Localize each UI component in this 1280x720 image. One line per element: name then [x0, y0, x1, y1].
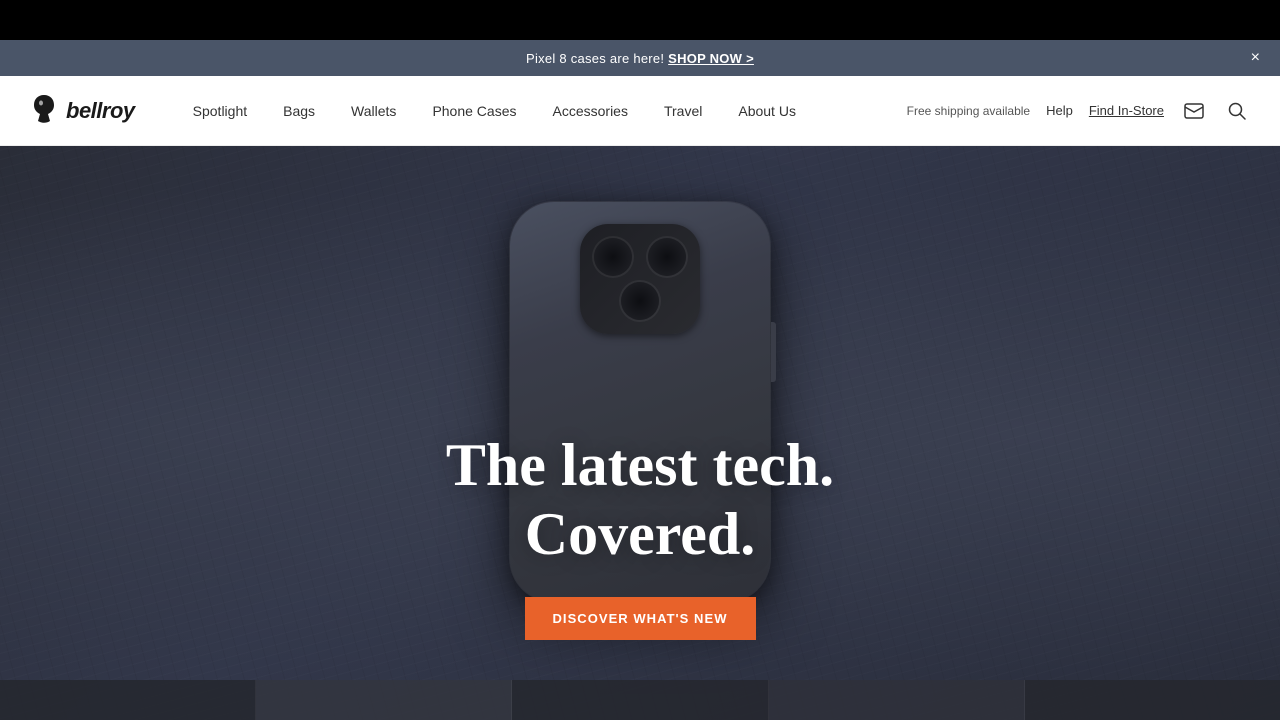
hero-content: The latest tech. Covered. DISCOVER WHAT'… — [340, 431, 940, 640]
announcement-banner: Pixel 8 cases are here! SHOP NOW > × — [0, 40, 1280, 76]
hero-section: The latest tech. Covered. DISCOVER WHAT'… — [0, 146, 1280, 720]
top-black-bar — [0, 0, 1280, 40]
nav-item-accessories[interactable]: Accessories — [535, 76, 646, 146]
hero-title: The latest tech. Covered. — [340, 431, 940, 569]
main-navigation: Spotlight Bags Wallets Phone Cases Acces… — [175, 76, 907, 146]
nav-item-wallets[interactable]: Wallets — [333, 76, 414, 146]
logo-link[interactable]: bellroy — [30, 93, 135, 129]
strip-segment-1 — [0, 680, 256, 720]
strip-segment-2 — [256, 680, 512, 720]
camera-lens-3 — [621, 282, 659, 320]
mail-icon-button[interactable] — [1180, 99, 1208, 123]
strip-segment-5 — [1025, 680, 1280, 720]
strip-segment-3 — [512, 680, 768, 720]
camera-module — [580, 224, 700, 334]
mail-icon — [1184, 103, 1204, 119]
site-header: bellroy Spotlight Bags Wallets Phone Cas… — [0, 76, 1280, 146]
header-right-actions: Free shipping available Help Find In-Sto… — [907, 98, 1250, 124]
search-icon — [1228, 102, 1246, 120]
nav-item-about-us[interactable]: About Us — [720, 76, 814, 146]
logo-text: bellroy — [66, 98, 135, 124]
nav-item-travel[interactable]: Travel — [646, 76, 720, 146]
search-icon-button[interactable] — [1224, 98, 1250, 124]
camera-lens-1 — [594, 238, 632, 276]
announcement-text: Pixel 8 cases are here! SHOP NOW > — [526, 51, 754, 66]
hero-bottom-strip — [0, 680, 1280, 720]
find-in-store-link[interactable]: Find In-Store — [1089, 103, 1164, 118]
strip-segment-4 — [769, 680, 1025, 720]
help-link[interactable]: Help — [1046, 103, 1073, 118]
announcement-cta[interactable]: SHOP NOW > — [668, 51, 754, 66]
shipping-text: Free shipping available — [907, 104, 1030, 118]
phone-side-button — [771, 322, 776, 382]
camera-lens-2 — [648, 238, 686, 276]
discover-cta-button[interactable]: DISCOVER WHAT'S NEW — [525, 597, 756, 640]
announcement-close-button[interactable]: × — [1251, 50, 1260, 66]
bellroy-logo-icon — [30, 93, 58, 129]
nav-item-spotlight[interactable]: Spotlight — [175, 76, 265, 146]
nav-item-phone-cases[interactable]: Phone Cases — [414, 76, 534, 146]
nav-item-bags[interactable]: Bags — [265, 76, 333, 146]
